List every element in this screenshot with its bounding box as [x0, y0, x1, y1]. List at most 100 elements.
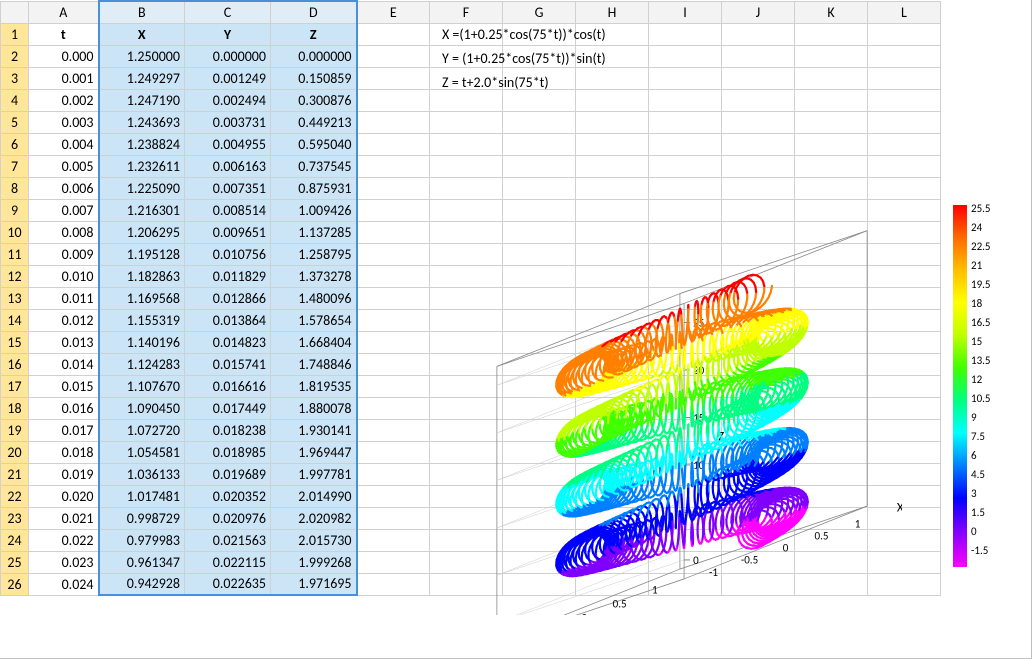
cell-L2[interactable] — [868, 45, 941, 67]
cell-D16[interactable]: 1.748846 — [271, 353, 357, 375]
cell-C13[interactable]: 0.012866 — [185, 287, 271, 309]
cell-C8[interactable]: 0.007351 — [185, 177, 271, 199]
cell-K4[interactable] — [795, 89, 868, 111]
col-header-H[interactable]: H — [576, 1, 649, 23]
cell-D26[interactable]: 1.971695 — [271, 573, 357, 595]
cell-B8[interactable]: 1.225090 — [99, 177, 185, 199]
cell-A19[interactable]: 0.017 — [29, 419, 99, 441]
cell-D21[interactable]: 1.997781 — [271, 463, 357, 485]
cell-C1[interactable]: Y — [185, 23, 271, 45]
cell-E26[interactable] — [357, 573, 430, 595]
cell-D13[interactable]: 1.480096 — [271, 287, 357, 309]
table-row[interactable]: 50.0031.2436930.0037310.449213 — [1, 111, 941, 133]
cell-J4[interactable] — [722, 89, 795, 111]
row-header[interactable]: 13 — [1, 287, 29, 309]
select-all-corner[interactable] — [1, 1, 29, 23]
col-header-I[interactable]: I — [649, 1, 722, 23]
cell-E23[interactable] — [357, 507, 430, 529]
cell-B19[interactable]: 1.072720 — [99, 419, 185, 441]
cell-B23[interactable]: 0.998729 — [99, 507, 185, 529]
cell-G4[interactable] — [503, 89, 576, 111]
cell-D3[interactable]: 0.150859 — [271, 67, 357, 89]
cell-A23[interactable]: 0.021 — [29, 507, 99, 529]
cell-B14[interactable]: 1.155319 — [99, 309, 185, 331]
cell-E22[interactable] — [357, 485, 430, 507]
cell-E1[interactable] — [357, 23, 430, 45]
cell-A2[interactable]: 0.000 — [29, 45, 99, 67]
cell-D22[interactable]: 2.014990 — [271, 485, 357, 507]
cell-D7[interactable]: 0.737545 — [271, 155, 357, 177]
cell-C6[interactable]: 0.004955 — [185, 133, 271, 155]
cell-L4[interactable] — [868, 89, 941, 111]
cell-G5[interactable] — [503, 111, 576, 133]
cell-C23[interactable]: 0.020976 — [185, 507, 271, 529]
cell-A17[interactable]: 0.015 — [29, 375, 99, 397]
col-header-J[interactable]: J — [722, 1, 795, 23]
cell-A9[interactable]: 0.007 — [29, 199, 99, 221]
cell-D17[interactable]: 1.819535 — [271, 375, 357, 397]
col-header-G[interactable]: G — [503, 1, 576, 23]
cell-H5[interactable] — [576, 111, 649, 133]
cell-A11[interactable]: 0.009 — [29, 243, 99, 265]
cell-A15[interactable]: 0.013 — [29, 331, 99, 353]
cell-E21[interactable] — [357, 463, 430, 485]
cell-E14[interactable] — [357, 309, 430, 331]
cell-C15[interactable]: 0.014823 — [185, 331, 271, 353]
cell-E20[interactable] — [357, 441, 430, 463]
cell-D24[interactable]: 2.015730 — [271, 529, 357, 551]
cell-L3[interactable] — [868, 67, 941, 89]
cell-A26[interactable]: 0.024 — [29, 573, 99, 595]
cell-I1[interactable] — [649, 23, 722, 45]
cell-C24[interactable]: 0.021563 — [185, 529, 271, 551]
cell-A16[interactable]: 0.014 — [29, 353, 99, 375]
cell-E6[interactable] — [357, 133, 430, 155]
cell-K2[interactable] — [795, 45, 868, 67]
cell-C19[interactable]: 0.018238 — [185, 419, 271, 441]
cell-B16[interactable]: 1.124283 — [99, 353, 185, 375]
cell-D4[interactable]: 0.300876 — [271, 89, 357, 111]
cell-B21[interactable]: 1.036133 — [99, 463, 185, 485]
row-header[interactable]: 6 — [1, 133, 29, 155]
col-header-F[interactable]: F — [430, 1, 503, 23]
cell-B1[interactable]: X — [99, 23, 185, 45]
cell-C4[interactable]: 0.002494 — [185, 89, 271, 111]
cell-J3[interactable] — [722, 67, 795, 89]
chart-3d[interactable]: 0510152025-1-0.500.51-1-0.500.51XYZ 25.5… — [442, 135, 1017, 635]
cell-A10[interactable]: 0.008 — [29, 221, 99, 243]
cell-E16[interactable] — [357, 353, 430, 375]
cell-A4[interactable]: 0.002 — [29, 89, 99, 111]
row-header[interactable]: 23 — [1, 507, 29, 529]
cell-A8[interactable]: 0.006 — [29, 177, 99, 199]
cell-J5[interactable] — [722, 111, 795, 133]
cell-E3[interactable] — [357, 67, 430, 89]
row-header[interactable]: 14 — [1, 309, 29, 331]
cell-L1[interactable] — [868, 23, 941, 45]
cell-D6[interactable]: 0.595040 — [271, 133, 357, 155]
cell-C21[interactable]: 0.019689 — [185, 463, 271, 485]
cell-D9[interactable]: 1.009426 — [271, 199, 357, 221]
cell-C26[interactable]: 0.022635 — [185, 573, 271, 595]
cell-C10[interactable]: 0.009651 — [185, 221, 271, 243]
row-header[interactable]: 19 — [1, 419, 29, 441]
row-header[interactable]: 24 — [1, 529, 29, 551]
cell-B12[interactable]: 1.182863 — [99, 265, 185, 287]
cell-C9[interactable]: 0.008514 — [185, 199, 271, 221]
cell-E9[interactable] — [357, 199, 430, 221]
row-header[interactable]: 18 — [1, 397, 29, 419]
cell-C25[interactable]: 0.022115 — [185, 551, 271, 573]
cell-I3[interactable] — [649, 67, 722, 89]
cell-B20[interactable]: 1.054581 — [99, 441, 185, 463]
row-header[interactable]: 5 — [1, 111, 29, 133]
cell-E11[interactable] — [357, 243, 430, 265]
cell-D11[interactable]: 1.258795 — [271, 243, 357, 265]
row-header[interactable]: 2 — [1, 45, 29, 67]
cell-B18[interactable]: 1.090450 — [99, 397, 185, 419]
cell-A7[interactable]: 0.005 — [29, 155, 99, 177]
cell-I2[interactable] — [649, 45, 722, 67]
cell-D15[interactable]: 1.668404 — [271, 331, 357, 353]
cell-B11[interactable]: 1.195128 — [99, 243, 185, 265]
cell-D5[interactable]: 0.449213 — [271, 111, 357, 133]
cell-B13[interactable]: 1.169568 — [99, 287, 185, 309]
cell-E8[interactable] — [357, 177, 430, 199]
row-header[interactable]: 8 — [1, 177, 29, 199]
